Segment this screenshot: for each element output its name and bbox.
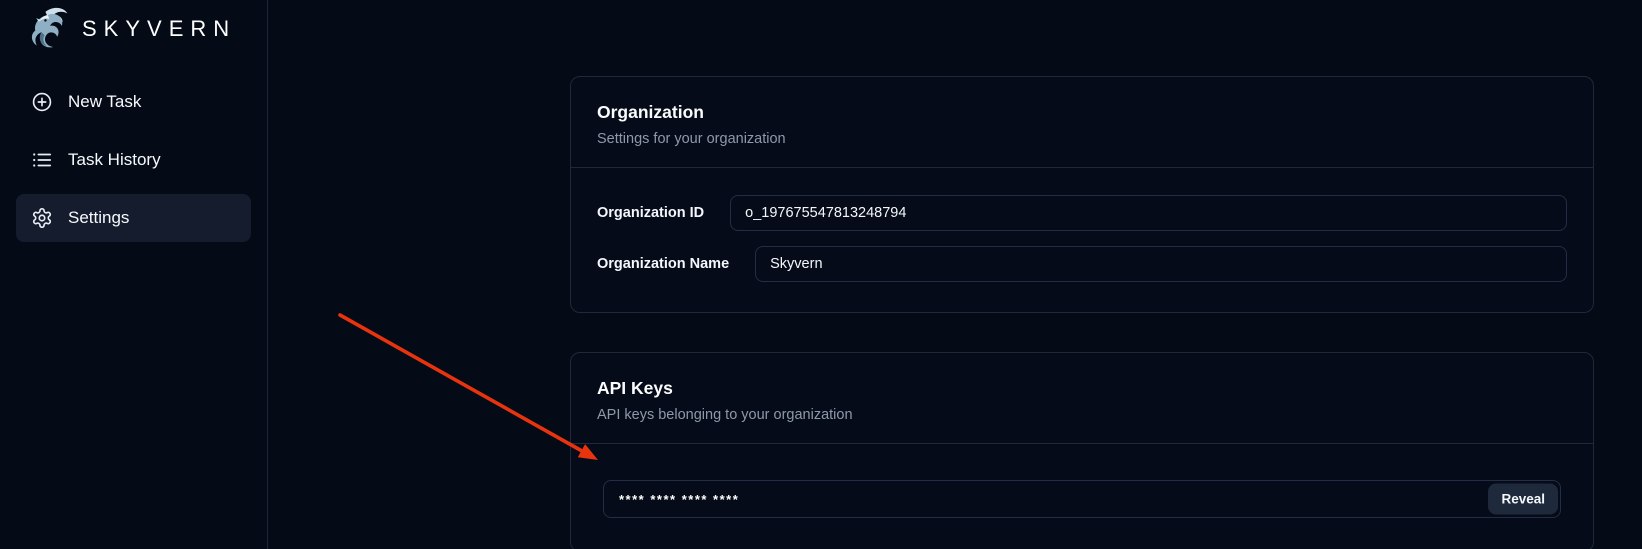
- circle-plus-icon: [30, 90, 54, 114]
- sidebar-item-label: Task History: [68, 150, 161, 170]
- gear-icon: [30, 206, 54, 230]
- brand: SKYVERN: [16, 0, 251, 58]
- sidebar-item-label: New Task: [68, 92, 141, 112]
- api-keys-card-body: Reveal: [571, 444, 1593, 549]
- organization-name-label: Organization Name: [597, 256, 755, 272]
- api-key-input[interactable]: [603, 480, 1561, 518]
- organization-card-header: Organization Settings for your organizat…: [571, 77, 1593, 167]
- organization-name-input[interactable]: [755, 246, 1567, 282]
- sidebar-item-new-task[interactable]: New Task: [16, 78, 251, 126]
- organization-name-row: Organization Name: [597, 246, 1567, 282]
- sidebar-item-settings[interactable]: Settings: [16, 194, 251, 242]
- organization-id-label: Organization ID: [597, 205, 730, 221]
- reveal-button[interactable]: Reveal: [1488, 484, 1558, 515]
- api-keys-card-header: API Keys API keys belonging to your orga…: [571, 353, 1593, 443]
- sidebar-item-task-history[interactable]: Task History: [16, 136, 251, 184]
- skyvern-dragon-logo-icon: [22, 4, 72, 54]
- sidebar-nav: New Task Task History Settings: [16, 78, 251, 242]
- sidebar-item-label: Settings: [68, 208, 129, 228]
- card-title: API Keys: [597, 375, 1567, 401]
- brand-name: SKYVERN: [82, 16, 236, 42]
- organization-id-input[interactable]: [730, 195, 1567, 231]
- organization-card: Organization Settings for your organizat…: [570, 76, 1594, 313]
- organization-id-row: Organization ID: [597, 195, 1567, 231]
- list-icon: [30, 148, 54, 172]
- api-keys-card: API Keys API keys belonging to your orga…: [570, 352, 1594, 549]
- card-title: Organization: [597, 99, 1567, 125]
- organization-card-body: Organization ID Organization Name: [571, 168, 1593, 312]
- api-key-field-wrap: Reveal: [603, 480, 1561, 518]
- sidebar: SKYVERN New Task Task History: [0, 0, 268, 549]
- card-subtitle: Settings for your organization: [597, 129, 1567, 149]
- card-subtitle: API keys belonging to your organization: [597, 405, 1567, 425]
- main-content: Organization Settings for your organizat…: [268, 0, 1642, 549]
